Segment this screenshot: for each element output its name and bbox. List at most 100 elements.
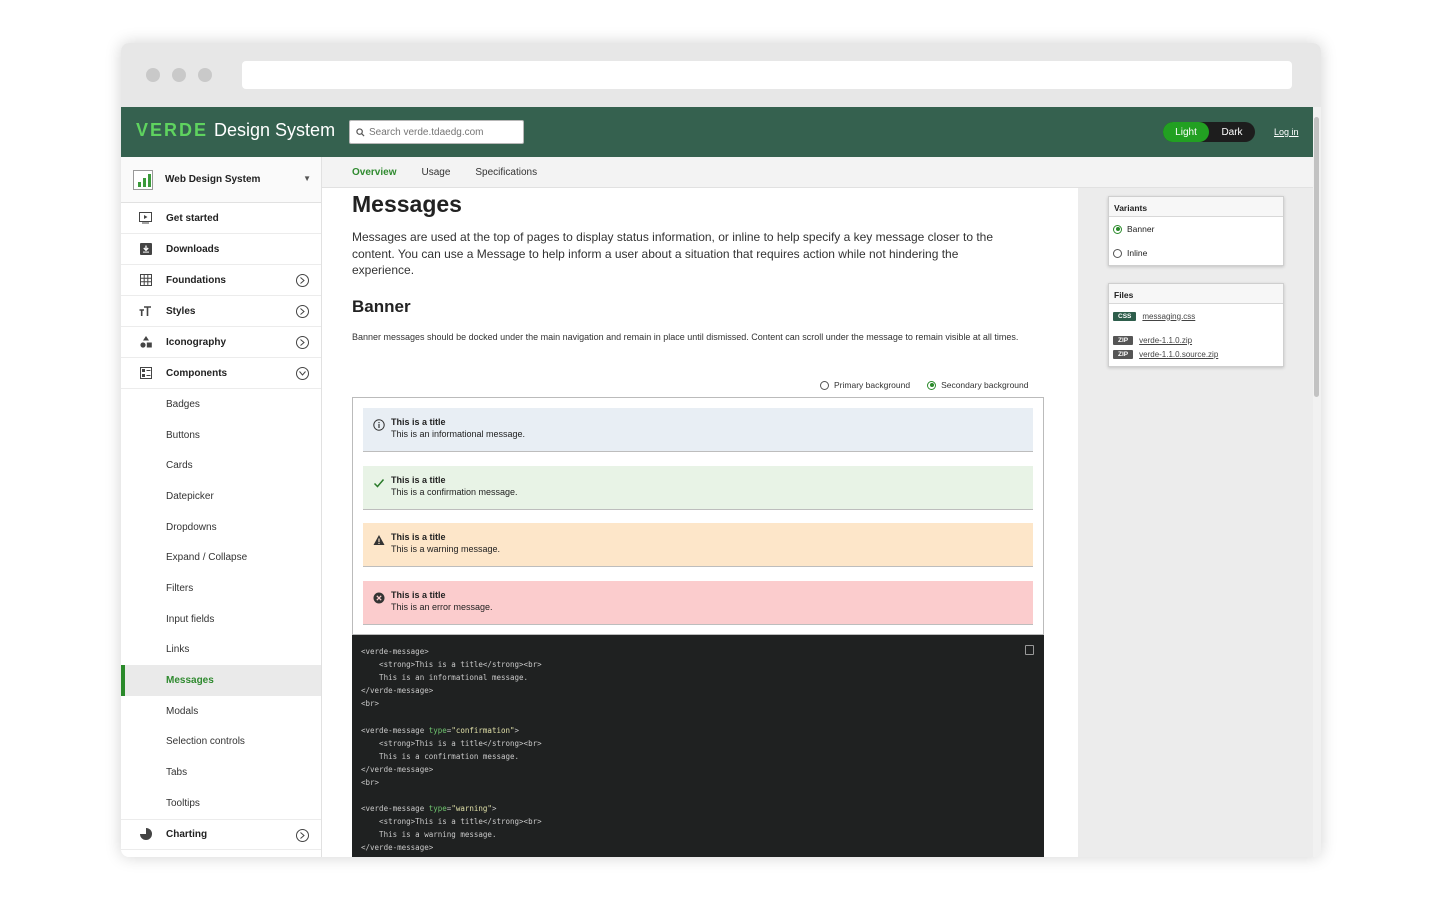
variant-label: Inline [1127,248,1148,258]
search-box[interactable] [349,120,524,144]
sidebar-subitem-tooltips[interactable]: Tooltips [121,788,321,819]
sidebar-item-label: Iconography [166,336,227,348]
code-token: "confirmation" [451,725,515,735]
brand[interactable]: VERDE Design System [136,120,335,141]
theme-toggle[interactable]: Light Dark [1163,122,1255,142]
code-line: <br> [361,776,1044,789]
sidebar-header-label: Web Design System [165,174,261,185]
grid-icon [139,274,152,287]
sidebar-system-selector[interactable]: Web Design System ▼ [121,157,321,203]
window-close-dot[interactable] [146,68,160,82]
info-icon [373,419,385,431]
address-bar[interactable] [242,61,1292,89]
code-line: <verde-message type="warning"> [361,802,1044,815]
primary-background-label: Primary background [834,380,911,390]
file-item[interactable]: ZIP verde-1.1.0.source.zip [1109,347,1283,361]
sidebar-subitem-filters[interactable]: Filters [121,573,321,604]
sidebar-item-iconography[interactable]: Iconography [121,327,321,358]
variants-card: Variants Banner Inline [1108,196,1284,266]
chevron-right-icon[interactable] [296,336,309,349]
sidebar-subitem-datepicker[interactable]: Datepicker [121,481,321,512]
code-line: <verde-message> [361,645,1044,658]
secondary-background-radio[interactable] [927,380,937,390]
variant-inline-radio[interactable] [1113,248,1122,258]
secondary-background-label: Secondary background [941,380,1029,390]
download-icon [139,243,152,256]
section-title: Banner [352,297,411,316]
sidebar-subitem-links[interactable]: Links [121,635,321,666]
variant-inline[interactable]: Inline [1109,241,1283,265]
file-item[interactable]: ZIP verde-1.1.0.zip [1109,333,1283,347]
sidebar-item-foundations[interactable]: Foundations [121,265,321,296]
sidebar-item-downloads[interactable]: Downloads [121,234,321,265]
chevron-right-icon[interactable] [296,305,309,318]
scrollbar[interactable] [1313,107,1321,857]
message-text: This is a confirmation message. [391,487,518,497]
chevron-right-icon[interactable] [296,274,309,287]
code-line: </verde-message> [361,841,1044,854]
file-tag: ZIP [1113,335,1134,345]
page-tabs: Overview Usage Specifications [322,157,1313,188]
code-token: <br> [361,699,380,709]
theme-light-option[interactable]: Light [1163,122,1209,142]
brand-title: Design System [214,120,336,140]
code-sample[interactable]: <verde-message> <strong>This is a title<… [352,635,1044,857]
sidebar-item-get-started[interactable]: Get started [121,203,321,234]
chevron-down-icon[interactable] [296,367,309,380]
sidebar-item-charting[interactable]: Charting [121,818,321,850]
sidebar-subitem-cards[interactable]: Cards [121,450,321,481]
primary-background-radio[interactable] [820,380,829,390]
file-link[interactable]: messaging.css [1142,312,1195,321]
sidebar-subitem-buttons[interactable]: Buttons [121,420,321,451]
section-description: Banner messages should be docked under t… [352,332,1019,342]
sidebar-item-label: Charting [166,828,208,840]
tab-usage[interactable]: Usage [421,167,450,178]
search-input[interactable] [369,126,519,138]
code-line: This is an informational message. [361,671,1044,684]
sidebar-item-components[interactable]: Components [121,358,321,389]
file-tag: ZIP [1113,349,1134,359]
sidebar-item-styles[interactable]: Styles [121,296,321,327]
sidebar-subitem-badges[interactable]: Badges [121,389,321,420]
chevron-right-icon[interactable] [296,828,309,842]
message-title: This is a title [391,532,446,542]
system-logo-icon [133,169,153,190]
theme-dark-option[interactable]: Dark [1209,122,1255,142]
sidebar-subitem-input-fields[interactable]: Input fields [121,604,321,635]
sidebar-subitem-selection-controls[interactable]: Selection controls [121,727,321,758]
tab-specifications[interactable]: Specifications [475,167,537,178]
scrollbar-thumb[interactable] [1314,117,1319,397]
sidebar-subitem-messages[interactable]: Messages [121,665,321,696]
browser-window: VERDEDesign System Light Dark Log in Web… [121,43,1321,857]
sidebar-subitem-dropdowns[interactable]: Dropdowns [121,512,321,543]
search-icon [356,127,365,137]
message-error: This is a title This is an error message… [363,581,1033,625]
code-token: This is an informational message. [361,673,529,683]
tab-overview[interactable]: Overview [352,167,396,178]
top-navigation: VERDEDesign System Light Dark Log in [121,107,1313,157]
window-maximize-dot[interactable] [198,68,212,82]
variants-title: Variants [1109,197,1283,217]
window-minimize-dot[interactable] [172,68,186,82]
sidebar-subitem-expand-collapse[interactable]: Expand / Collapse [121,542,321,573]
code-line: This is a confirmation message. [361,750,1044,763]
code-token: > [514,725,520,735]
right-panel: Variants Banner Inline Files CSS messagin… [1078,188,1313,857]
login-link[interactable]: Log in [1274,127,1299,137]
file-link[interactable]: verde-1.1.0.zip [1139,336,1192,345]
message-title: This is a title [391,590,446,600]
components-icon [139,367,152,380]
text-size-icon [139,305,152,318]
sidebar-subitem-tabs[interactable]: Tabs [121,757,321,788]
variant-banner-radio[interactable] [1113,224,1122,234]
code-line: <br> [361,697,1044,710]
file-item[interactable]: CSS messaging.css [1109,309,1283,323]
copy-icon[interactable] [1025,645,1034,655]
code-token: <strong>This is a title</strong><br> [361,738,542,748]
sidebar-subitem-modals[interactable]: Modals [121,696,321,727]
file-link[interactable]: verde-1.1.0.source.zip [1139,350,1218,359]
code-line: <verde-message type="confirmation"> [361,724,1044,737]
variant-banner[interactable]: Banner [1109,217,1283,241]
